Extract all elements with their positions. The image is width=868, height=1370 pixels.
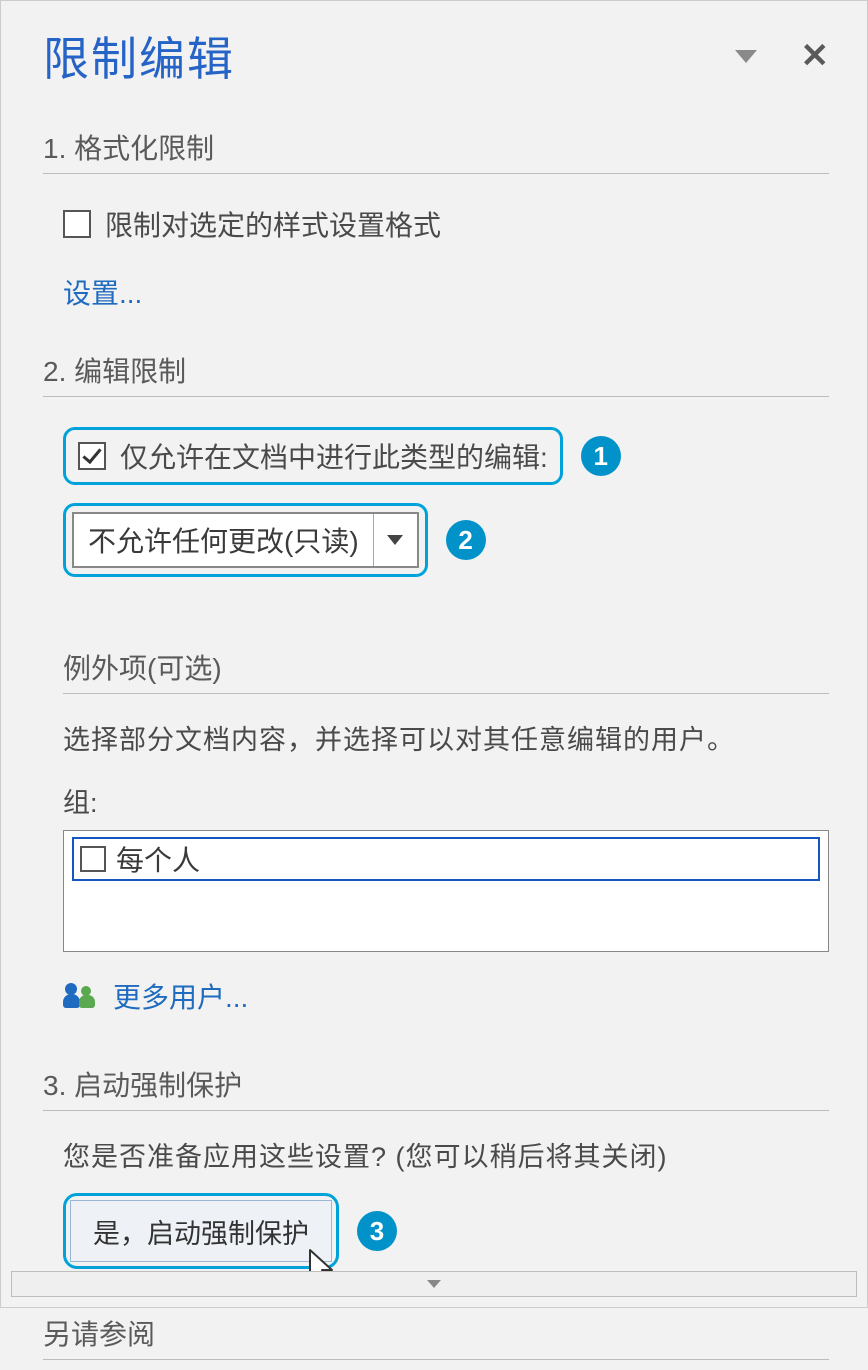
exceptions-description: 选择部分文档内容，并选择可以对其任意编辑的用户。 (63, 720, 829, 761)
groups-listbox[interactable]: 每个人 (63, 830, 829, 952)
allow-edit-type-checkbox[interactable] (78, 442, 106, 470)
more-users-label: 更多用户... (113, 976, 248, 1016)
allow-edit-type-label: 仅允许在文档中进行此类型的编辑: (120, 436, 548, 476)
limit-formatting-row[interactable]: 限制对选定的样式设置格式 (63, 204, 829, 244)
chevron-down-icon (387, 535, 403, 545)
callout-badge-1: 1 (581, 436, 621, 476)
group-item-everyone[interactable]: 每个人 (72, 837, 820, 881)
groups-label: 组: (63, 781, 829, 820)
more-users-link[interactable]: 更多用户... (63, 976, 829, 1016)
pane-title: 限制编辑 (43, 23, 235, 89)
people-icon (63, 983, 97, 1009)
group-everyone-label: 每个人 (116, 839, 200, 879)
edit-type-dropdown[interactable]: 不允许任何更改(只读) (72, 512, 419, 568)
pane-footer-expand[interactable] (11, 1271, 857, 1297)
pane-header: 限制编辑 ✕ (43, 23, 829, 89)
section-2-heading: 2. 编辑限制 (43, 350, 829, 397)
limit-formatting-label: 限制对选定的样式设置格式 (105, 204, 441, 244)
section-1-heading: 1. 格式化限制 (43, 127, 829, 174)
group-everyone-checkbox[interactable] (80, 846, 106, 872)
exceptions-heading: 例外项(可选) (63, 647, 829, 694)
section-3-heading: 3. 启动强制保护 (43, 1064, 829, 1111)
see-also-heading: 另请参阅 (43, 1313, 829, 1360)
callout-badge-2: 2 (446, 520, 486, 560)
chevron-down-icon (427, 1280, 441, 1288)
edit-type-dropdown-button[interactable] (373, 514, 417, 566)
pane-options-dropdown-icon[interactable] (735, 50, 757, 63)
start-enforce-prompt: 您是否准备应用这些设置? (您可以稍后将其关闭) (63, 1137, 829, 1178)
close-icon[interactable]: ✕ (801, 39, 830, 73)
callout-3-target: 是，启动强制保护 (63, 1193, 339, 1269)
allow-edit-type-row: 仅允许在文档中进行此类型的编辑: 1 (63, 427, 829, 485)
callout-1-target: 仅允许在文档中进行此类型的编辑: (63, 427, 563, 485)
pane-header-controls: ✕ (735, 39, 830, 73)
start-enforce-button[interactable]: 是，启动强制保护 (70, 1200, 332, 1262)
callout-badge-3: 3 (357, 1211, 397, 1251)
edit-type-dropdown-row: 不允许任何更改(只读) 2 (63, 503, 829, 577)
restrict-editing-pane: 限制编辑 ✕ 1. 格式化限制 限制对选定的样式设置格式 设置... 2. 编辑… (1, 1, 867, 1370)
start-enforce-row: 是，启动强制保护 3 (63, 1193, 829, 1269)
edit-type-dropdown-value: 不允许任何更改(只读) (74, 514, 373, 566)
formatting-settings-link[interactable]: 设置... (63, 272, 142, 312)
callout-2-target: 不允许任何更改(只读) (63, 503, 428, 577)
limit-formatting-checkbox[interactable] (63, 210, 91, 238)
